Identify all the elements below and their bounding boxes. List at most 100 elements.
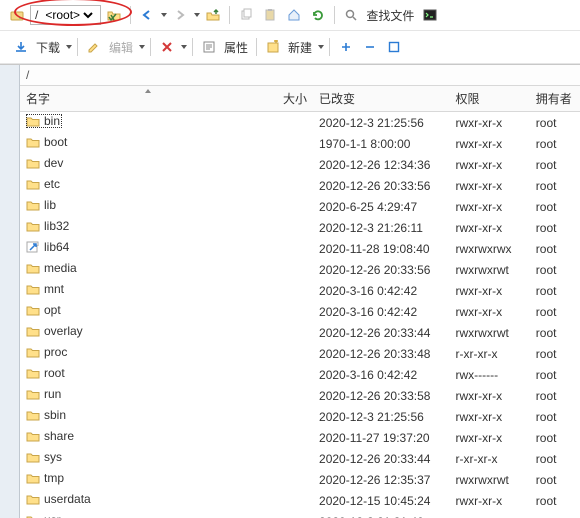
file-owner: root	[530, 301, 580, 322]
file-size	[271, 196, 313, 217]
path-slash: /	[35, 8, 38, 22]
chevron-down-icon[interactable]	[194, 13, 200, 17]
table-row[interactable]: overlay2020-12-26 20:33:44rwxrwxrwtroot	[20, 322, 580, 343]
column-name[interactable]: 名字	[20, 86, 271, 112]
file-perm: rwxr-xr-x	[450, 301, 530, 322]
table-row[interactable]: mnt2020-3-16 0:42:42rwxr-xr-xroot	[20, 280, 580, 301]
download-icon[interactable]	[10, 36, 32, 58]
file-size	[271, 448, 313, 469]
download-button[interactable]: 下载	[36, 39, 60, 56]
column-size[interactable]: 大小	[271, 86, 313, 112]
new-button[interactable]: 新建	[288, 39, 312, 56]
sort-asc-icon	[145, 89, 151, 93]
file-owner: root	[530, 112, 580, 134]
properties-icon[interactable]	[198, 36, 220, 58]
table-row[interactable]: userdata2020-12-15 10:45:24rwxr-xr-xroot	[20, 490, 580, 511]
file-changed: 2020-11-28 19:08:40	[313, 238, 449, 259]
file-owner: root	[530, 259, 580, 280]
table-row[interactable]: dev2020-12-26 12:34:36rwxr-xr-xroot	[20, 154, 580, 175]
minus-icon[interactable]	[359, 36, 381, 58]
table-row[interactable]: root2020-3-16 0:42:42rwx------root	[20, 364, 580, 385]
file-owner: root	[530, 364, 580, 385]
file-name: share	[44, 429, 74, 443]
delete-icon[interactable]	[156, 36, 178, 58]
home-icon[interactable]	[283, 4, 305, 26]
file-size	[271, 427, 313, 448]
file-changed: 2020-12-26 20:33:44	[313, 322, 449, 343]
terminal-icon[interactable]	[419, 4, 441, 26]
table-row[interactable]: sbin2020-12-3 21:25:56rwxr-xr-xroot	[20, 406, 580, 427]
table-row[interactable]: boot1970-1-1 8:00:00rwxr-xr-xroot	[20, 133, 580, 154]
column-header-row[interactable]: 名字 大小 已改变 权限 拥有者	[20, 86, 580, 112]
open-folder-icon[interactable]	[103, 4, 125, 26]
file-owner: root	[530, 322, 580, 343]
search-icon[interactable]	[340, 4, 362, 26]
copy-icon[interactable]	[235, 4, 257, 26]
file-changed: 2020-12-3 21:25:56	[313, 406, 449, 427]
file-perm: rwxr-xr-x	[450, 154, 530, 175]
chevron-down-icon[interactable]	[139, 45, 145, 49]
toolbar-separator	[256, 38, 257, 56]
disk-icon[interactable]	[6, 4, 28, 26]
nav-back-icon[interactable]	[136, 4, 158, 26]
table-row[interactable]: usr2020-12-3 21:31:40rwxr-xr-xroot	[20, 511, 580, 518]
chevron-down-icon[interactable]	[318, 45, 324, 49]
select-all-icon[interactable]	[383, 36, 405, 58]
file-changed: 2020-12-26 12:35:37	[313, 469, 449, 490]
file-perm: r-xr-xr-x	[450, 448, 530, 469]
table-row[interactable]: bin2020-12-3 21:25:56rwxr-xr-xroot	[20, 112, 580, 134]
file-changed: 2020-12-26 20:33:48	[313, 343, 449, 364]
table-row[interactable]: media2020-12-26 20:33:56rwxrwxrwtroot	[20, 259, 580, 280]
file-changed: 2020-12-26 20:33:58	[313, 385, 449, 406]
file-changed: 1970-1-1 8:00:00	[313, 133, 449, 154]
table-row[interactable]: tmp2020-12-26 12:35:37rwxrwxrwtroot	[20, 469, 580, 490]
properties-button[interactable]: 属性	[224, 39, 248, 56]
file-owner: root	[530, 427, 580, 448]
chevron-down-icon[interactable]	[181, 45, 187, 49]
file-size	[271, 490, 313, 511]
file-list[interactable]: 名字 大小 已改变 权限 拥有者 bin2020-12-3 21:25:56rw…	[20, 86, 580, 518]
column-changed[interactable]: 已改变	[313, 86, 449, 112]
table-row[interactable]: lib642020-11-28 19:08:40rwxrwxrwxroot	[20, 238, 580, 259]
file-name: root	[44, 366, 65, 380]
folder-icon	[26, 135, 40, 149]
table-row[interactable]: run2020-12-26 20:33:58rwxr-xr-xroot	[20, 385, 580, 406]
file-name: opt	[44, 303, 61, 317]
file-perm: rwxr-xr-x	[450, 175, 530, 196]
path-bar[interactable]: /	[20, 65, 580, 86]
refresh-icon[interactable]	[307, 4, 329, 26]
paste-icon[interactable]	[259, 4, 281, 26]
table-row[interactable]: sys2020-12-26 20:33:44r-xr-xr-xroot	[20, 448, 580, 469]
table-row[interactable]: opt2020-3-16 0:42:42rwxr-xr-xroot	[20, 301, 580, 322]
file-size	[271, 364, 313, 385]
root-dropdown[interactable]: <root>	[41, 7, 96, 23]
folder-icon	[26, 282, 40, 296]
table-row[interactable]: lib2020-6-25 4:29:47rwxr-xr-xroot	[20, 196, 580, 217]
file-name: lib32	[44, 219, 69, 233]
file-perm: rwxrwxrwt	[450, 469, 530, 490]
folder-icon	[26, 198, 40, 212]
chevron-down-icon[interactable]	[161, 13, 167, 17]
find-files-button[interactable]: 查找文件	[366, 7, 414, 24]
file-size	[271, 133, 313, 154]
nav-up-icon[interactable]	[202, 4, 224, 26]
edit-button[interactable]: 编辑	[109, 39, 133, 56]
table-row[interactable]: lib322020-12-3 21:26:11rwxr-xr-xroot	[20, 217, 580, 238]
file-name: etc	[44, 177, 60, 191]
toolbar-separator	[229, 6, 230, 24]
chevron-down-icon[interactable]	[66, 45, 72, 49]
edit-icon[interactable]	[83, 36, 105, 58]
column-owner[interactable]: 拥有者	[530, 86, 580, 112]
table-row[interactable]: share2020-11-27 19:37:20rwxr-xr-xroot	[20, 427, 580, 448]
new-icon[interactable]	[262, 36, 284, 58]
path-combobox[interactable]: / <root>	[30, 5, 101, 25]
left-gutter	[0, 65, 20, 518]
nav-fwd-icon[interactable]	[169, 4, 191, 26]
file-size	[271, 322, 313, 343]
file-owner: root	[530, 511, 580, 518]
table-row[interactable]: proc2020-12-26 20:33:48r-xr-xr-xroot	[20, 343, 580, 364]
column-perm[interactable]: 权限	[450, 86, 530, 112]
plus-icon[interactable]	[335, 36, 357, 58]
file-name: lib	[44, 198, 56, 212]
table-row[interactable]: etc2020-12-26 20:33:56rwxr-xr-xroot	[20, 175, 580, 196]
